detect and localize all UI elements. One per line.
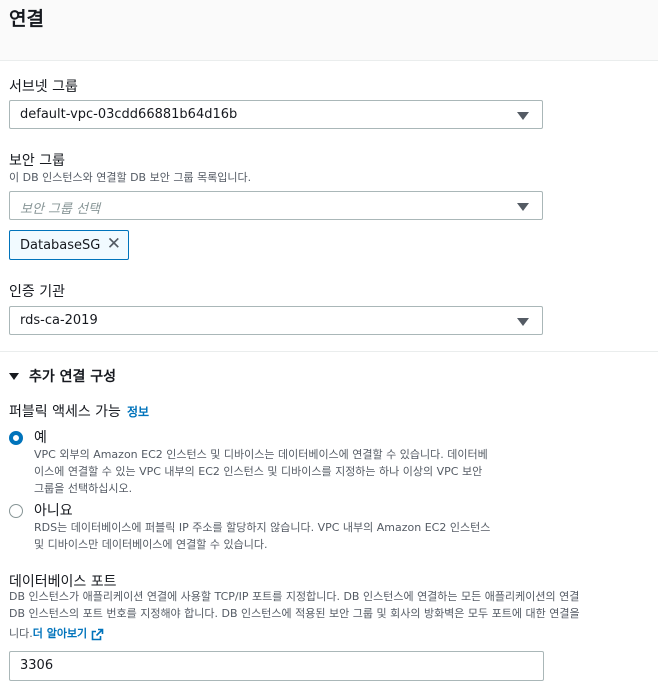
learn-more-link[interactable]: 더 알아보기 — [33, 627, 87, 640]
public-access-label: 퍼블릭 액세스 가능 정보 — [9, 401, 149, 421]
certificate-authority-label: 인증 기관 — [9, 284, 65, 300]
database-port-input[interactable]: 3306 — [9, 651, 544, 681]
section-title: 연결 — [9, 8, 44, 30]
description-line-text: 니다. — [9, 627, 33, 640]
caret-down-icon — [517, 318, 529, 326]
token-label: DatabaseSG — [20, 238, 101, 253]
external-link-icon[interactable] — [91, 628, 104, 641]
public-access-no-label[interactable]: 아니요 — [34, 500, 73, 520]
security-group-placeholder: 보안 그룹 선택 — [20, 202, 101, 217]
security-group-select[interactable]: 보안 그룹 선택 — [9, 191, 543, 220]
database-port-value: 3306 — [20, 658, 54, 673]
description-line: 그룹을 선택하십시오. — [34, 482, 133, 495]
info-link[interactable]: 정보 — [127, 405, 149, 419]
subnet-group-value: default-vpc-03cdd66881b64d16b — [20, 107, 238, 122]
description-line: 니다.더 알아보기 — [9, 625, 658, 642]
description-line: VPC 외부의 Amazon EC2 인스턴스 및 디바이스는 데이터베이스에 … — [34, 448, 488, 461]
public-access-label-text: 퍼블릭 액세스 가능 — [9, 404, 121, 420]
caret-down-icon — [517, 203, 529, 211]
remove-token-icon[interactable]: ✕ — [107, 233, 121, 255]
security-group-label: 보안 그룹 — [9, 153, 65, 169]
public-access-yes-radio[interactable] — [9, 431, 23, 445]
certificate-authority-select[interactable]: rds-ca-2019 — [9, 306, 543, 335]
section-header: 연결 — [0, 0, 658, 61]
additional-config-title: 추가 연결 구성 — [29, 369, 117, 385]
description-line: DB 인스턴스가 애플리케이션 연결에 사용할 TCP/IP 포트를 지정합니다… — [9, 590, 580, 603]
description-line: 및 디바이스만 데이터베이스에 연결할 수 있습니다. — [34, 538, 268, 551]
public-access-no-description: RDS는 데이터베이스에 퍼블릭 IP 주소를 할당하지 않습니다. VPC 내… — [34, 519, 490, 553]
public-access-no-radio[interactable] — [9, 504, 23, 518]
subnet-group-select[interactable]: default-vpc-03cdd66881b64d16b — [9, 100, 543, 129]
subnet-group-label: 서브넷 그룹 — [9, 79, 78, 95]
additional-config-expander[interactable]: 추가 연결 구성 — [9, 366, 116, 386]
certificate-authority-value: rds-ca-2019 — [20, 313, 98, 328]
database-port-description: DB 인스턴스가 애플리케이션 연결에 사용할 TCP/IP 포트를 지정합니다… — [9, 588, 658, 642]
description-line: RDS는 데이터베이스에 퍼블릭 IP 주소를 할당하지 않습니다. VPC 내… — [34, 521, 491, 534]
public-access-yes-label[interactable]: 예 — [34, 427, 47, 447]
caret-down-icon — [517, 112, 529, 120]
description-line: 이스에 연결할 수 있는 VPC 내부의 EC2 인스턴스 및 디바이스를 지정… — [34, 465, 483, 478]
security-group-description: 이 DB 인스턴스와 연결할 DB 보안 그룹 목록입니다. — [9, 171, 252, 184]
security-group-token: DatabaseSG ✕ — [9, 230, 129, 260]
caret-down-icon — [9, 372, 19, 380]
divider — [0, 351, 658, 352]
description-line: DB 인스턴스의 포트 번호를 지정해야 합니다. DB 인스턴스에 적용된 보… — [9, 607, 580, 620]
public-access-yes-description: VPC 외부의 Amazon EC2 인스턴스 및 디바이스는 데이터베이스에 … — [34, 446, 488, 497]
